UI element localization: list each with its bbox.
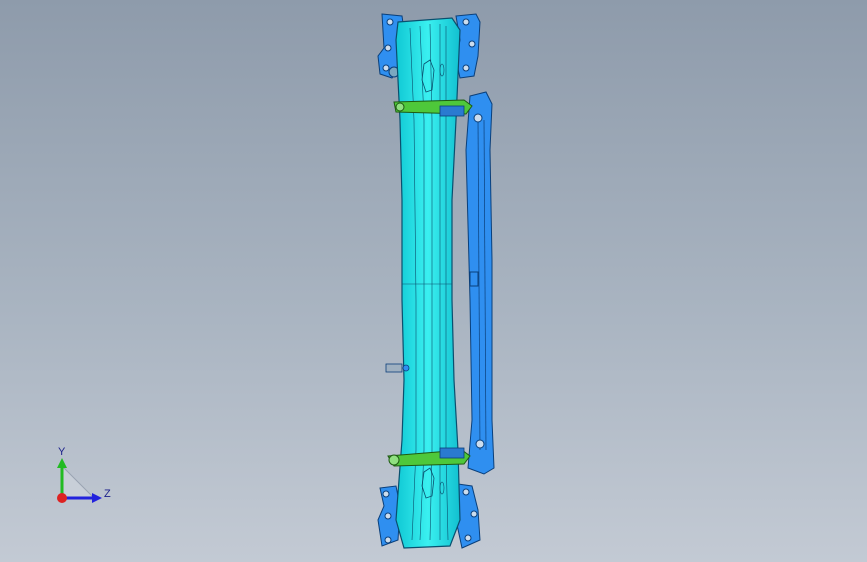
- y-axis-label: Y: [58, 446, 66, 458]
- x-axis-point-icon: [57, 493, 67, 503]
- z-axis-label: Z: [104, 488, 111, 500]
- graphics-viewport[interactable]: Y Z: [0, 0, 867, 562]
- triad-plane-icon: [61, 464, 96, 499]
- coordinate-triad: Y Z: [57, 446, 111, 503]
